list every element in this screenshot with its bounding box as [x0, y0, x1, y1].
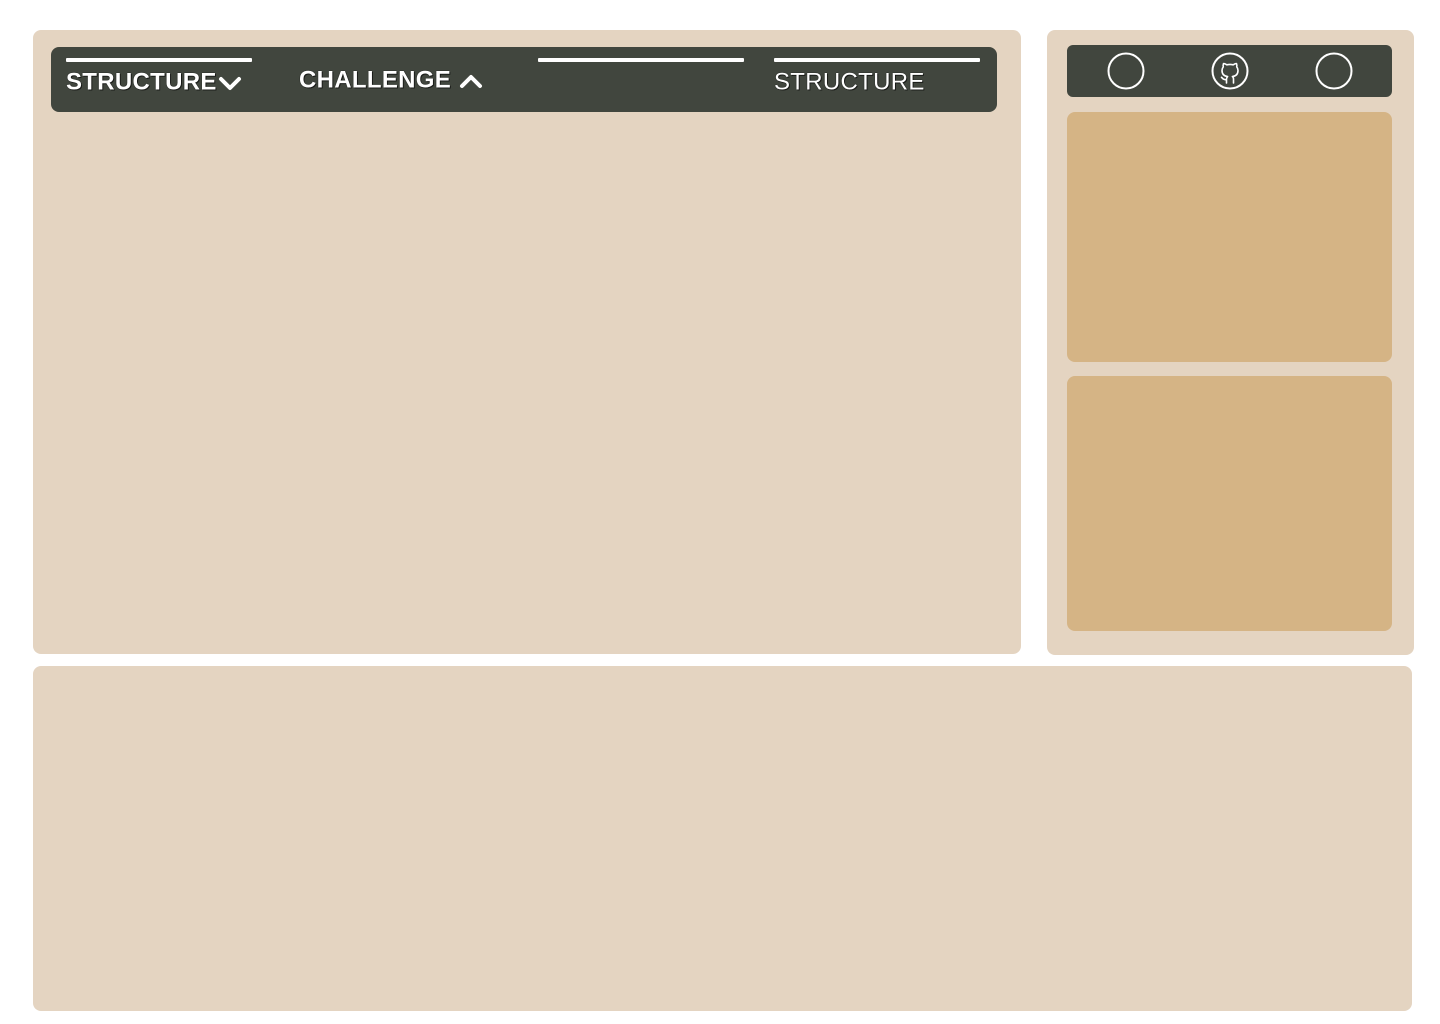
main-panel: STRUCTURE CHALLENGE STRUCTURE — [33, 30, 1021, 654]
chevron-down-icon — [217, 68, 243, 95]
nav-item-structure[interactable]: STRUCTURE — [774, 68, 925, 97]
card — [1067, 112, 1392, 362]
nav-item-challenge-dropdown[interactable]: CHALLENGE — [299, 66, 484, 95]
chevron-up-icon — [458, 66, 484, 93]
nav-item-label: STRUCTURE — [66, 68, 217, 96]
nav-item-label: STRUCTURE — [774, 68, 925, 96]
icon-bar — [1067, 45, 1392, 97]
github-icon[interactable] — [1211, 52, 1249, 90]
nav-item-1-active-indicator — [66, 58, 252, 62]
nav-item-label: CHALLENGE — [299, 66, 452, 94]
circle-icon[interactable] — [1315, 52, 1353, 90]
nav-item-4-active-indicator — [774, 58, 980, 62]
nav-item-empty[interactable] — [538, 68, 744, 96]
nav-bar: STRUCTURE CHALLENGE STRUCTURE — [51, 47, 997, 112]
circle-icon[interactable] — [1107, 52, 1145, 90]
bottom-panel — [33, 666, 1412, 1011]
nav-item-structure-dropdown[interactable]: STRUCTURE — [66, 68, 243, 97]
nav-item-3-active-indicator — [538, 58, 744, 62]
side-panel — [1047, 30, 1414, 655]
card — [1067, 376, 1392, 631]
